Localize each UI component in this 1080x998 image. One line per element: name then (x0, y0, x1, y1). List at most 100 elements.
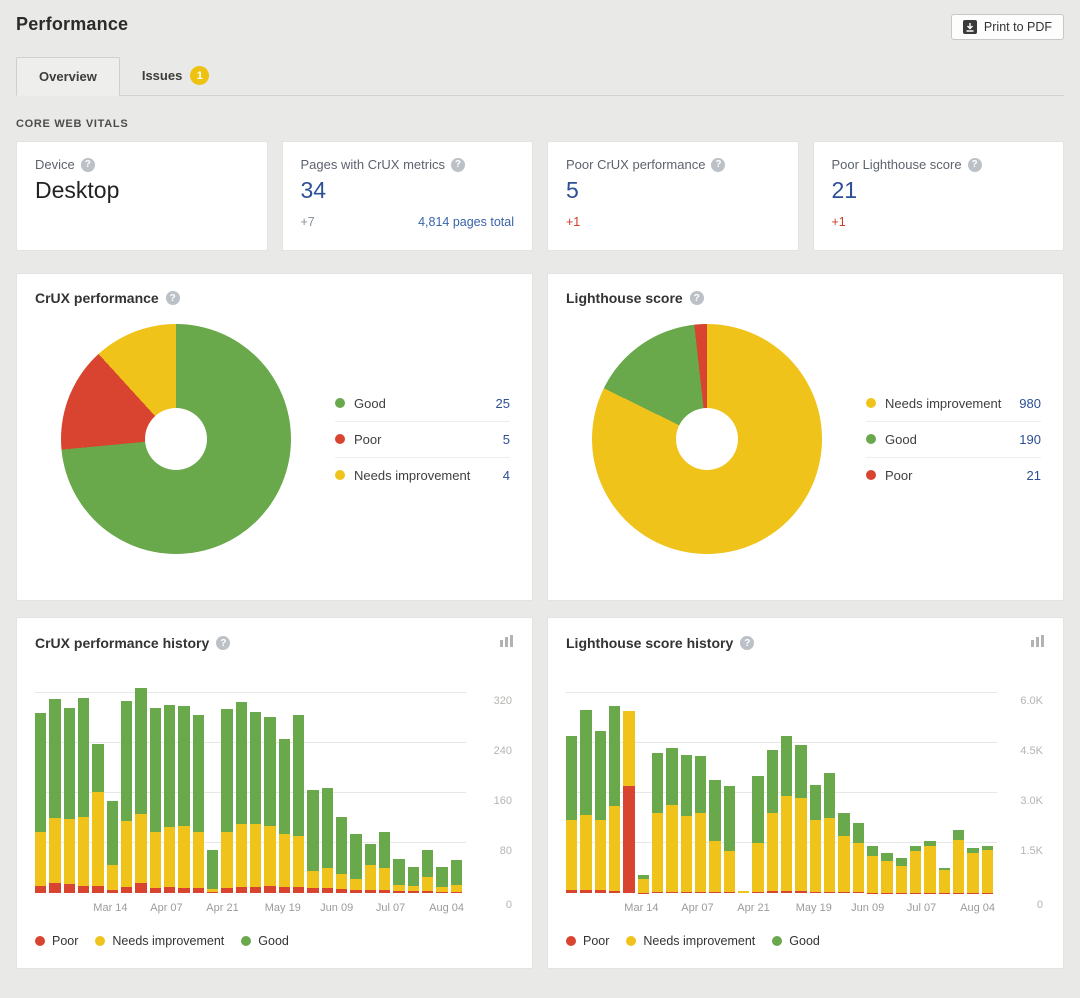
bar[interactable] (810, 785, 821, 893)
bar[interactable] (724, 786, 735, 893)
bar[interactable] (867, 846, 878, 893)
bar[interactable] (393, 859, 404, 893)
lighthouse-score-donut[interactable] (592, 324, 822, 554)
bar[interactable] (365, 844, 376, 893)
bar[interactable] (64, 708, 75, 893)
bar[interactable] (307, 790, 318, 893)
bar[interactable] (135, 688, 146, 893)
bar[interactable] (250, 712, 261, 893)
bar[interactable] (681, 755, 692, 893)
bar-chart-icon[interactable] (500, 634, 514, 652)
legend-item[interactable]: Needs improvement (95, 934, 224, 948)
pages-total-link[interactable]: 4,814 pages total (418, 215, 514, 229)
bar[interactable] (881, 853, 892, 893)
stat-value: 5 (566, 177, 780, 204)
bar[interactable] (379, 832, 390, 893)
bar[interactable] (92, 744, 103, 893)
bar[interactable] (824, 773, 835, 893)
bar[interactable] (638, 875, 649, 893)
legend-item[interactable]: Good (241, 934, 289, 948)
x-axis-label: May 19 (265, 902, 301, 914)
help-icon[interactable]: ? (216, 636, 230, 650)
legend-item[interactable]: Poor21 (866, 457, 1041, 493)
bar-segment (64, 884, 75, 893)
bar[interactable] (322, 788, 333, 893)
bar[interactable] (107, 801, 118, 893)
legend-item[interactable]: Poor5 (335, 421, 510, 457)
bar-chart-icon[interactable] (1031, 634, 1045, 652)
bar[interactable] (436, 867, 447, 893)
bar[interactable] (623, 711, 634, 893)
legend-item[interactable]: Poor (35, 934, 78, 948)
help-icon[interactable]: ? (166, 291, 180, 305)
bar-segment (436, 867, 447, 887)
bar[interactable] (221, 709, 232, 893)
print-to-pdf-button[interactable]: Print to PDF (951, 14, 1064, 40)
bar[interactable] (408, 867, 419, 893)
legend-item[interactable]: Poor (566, 934, 609, 948)
legend-item[interactable]: Needs improvement (626, 934, 755, 948)
legend-item[interactable]: Good25 (335, 386, 510, 421)
help-icon[interactable]: ? (740, 636, 754, 650)
bar[interactable] (236, 702, 247, 893)
bar[interactable] (752, 776, 763, 893)
bar[interactable] (924, 841, 935, 893)
legend-item[interactable]: Needs improvement4 (335, 457, 510, 493)
bar[interactable] (781, 736, 792, 893)
bar[interactable] (695, 756, 706, 893)
bar[interactable] (982, 846, 993, 893)
bar-segment (264, 886, 275, 894)
bar-segment (408, 867, 419, 886)
legend-item[interactable]: Needs improvement980 (866, 386, 1041, 421)
bar[interactable] (78, 698, 89, 893)
bar[interactable] (164, 705, 175, 893)
help-icon[interactable]: ? (690, 291, 704, 305)
bar[interactable] (767, 750, 778, 893)
bar[interactable] (350, 834, 361, 893)
bar[interactable] (910, 846, 921, 893)
bar[interactable] (853, 823, 864, 893)
crux-performance-donut[interactable] (61, 324, 291, 554)
x-axis-label: Jul 07 (376, 902, 405, 914)
bar[interactable] (566, 736, 577, 893)
help-icon[interactable]: ? (451, 158, 465, 172)
bar[interactable] (595, 731, 606, 893)
help-icon[interactable]: ? (968, 158, 982, 172)
bar[interactable] (293, 715, 304, 893)
bar[interactable] (738, 891, 749, 893)
bar[interactable] (953, 830, 964, 893)
bar-segment (379, 868, 390, 890)
bar[interactable] (967, 848, 978, 893)
bar[interactable] (178, 706, 189, 894)
help-icon[interactable]: ? (711, 158, 725, 172)
legend-item[interactable]: Good (772, 934, 820, 948)
bar[interactable] (896, 858, 907, 893)
tab-overview[interactable]: Overview (16, 57, 120, 96)
bar[interactable] (795, 745, 806, 893)
bar[interactable] (666, 748, 677, 893)
tab-issues[interactable]: Issues 1 (120, 55, 231, 96)
legend-dot (335, 398, 345, 408)
bar[interactable] (580, 710, 591, 893)
bar[interactable] (264, 717, 275, 893)
help-icon[interactable]: ? (81, 158, 95, 172)
bar[interactable] (35, 713, 46, 893)
bar[interactable] (709, 780, 720, 893)
bar[interactable] (652, 753, 663, 893)
bar[interactable] (939, 868, 950, 893)
bar-segment (250, 824, 261, 887)
legend-item[interactable]: Good190 (866, 421, 1041, 457)
bar[interactable] (422, 850, 433, 893)
bar[interactable] (207, 850, 218, 893)
bar[interactable] (609, 706, 620, 893)
bar[interactable] (336, 817, 347, 893)
bar[interactable] (49, 699, 60, 893)
bar[interactable] (193, 715, 204, 893)
card-title: CrUX performance history (35, 635, 209, 651)
bar[interactable] (121, 701, 132, 893)
bar[interactable] (150, 708, 161, 893)
bar[interactable] (279, 739, 290, 893)
bar-segment (422, 877, 433, 891)
bar[interactable] (451, 860, 462, 893)
bar[interactable] (838, 813, 849, 893)
